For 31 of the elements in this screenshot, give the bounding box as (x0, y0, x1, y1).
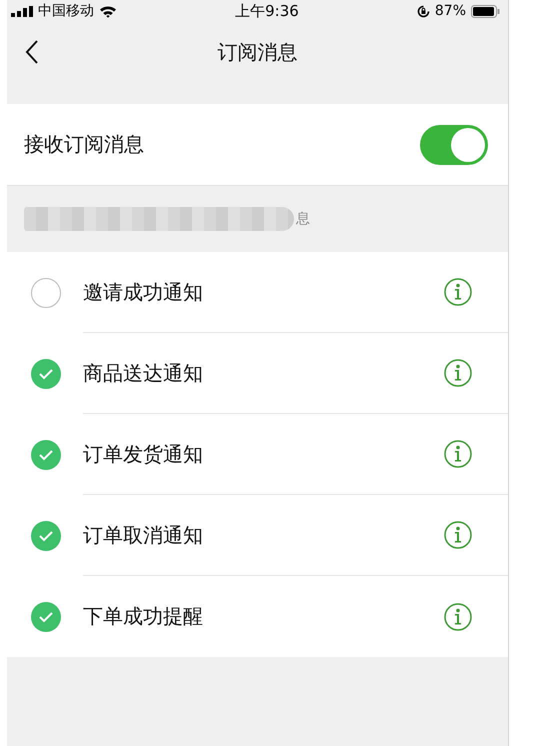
carrier-name: 中国移动 (38, 2, 94, 20)
notification-label: 订单取消通知 (83, 522, 203, 548)
info-icon[interactable] (444, 602, 472, 630)
info-icon[interactable] (444, 278, 472, 306)
checkmark-icon (38, 368, 54, 380)
notification-label: 下单成功提醒 (83, 603, 203, 630)
checkbox[interactable] (31, 602, 61, 632)
checkbox[interactable] (31, 278, 61, 308)
checkbox[interactable] (31, 520, 61, 550)
toggle-switch[interactable] (420, 124, 488, 164)
battery-percent: 87% (434, 3, 466, 19)
info-icon[interactable] (444, 359, 472, 387)
checkbox[interactable] (31, 358, 61, 388)
status-time: 上午9:36 (235, 2, 299, 20)
signal-icon (11, 6, 33, 16)
checkmark-icon (38, 610, 54, 622)
checkmark-icon (38, 530, 54, 542)
info-icon[interactable] (444, 440, 472, 468)
battery-icon (471, 4, 500, 18)
wifi-icon (99, 4, 117, 18)
rotation-lock-icon (416, 4, 430, 18)
checkbox[interactable] (31, 440, 61, 470)
notification-label: 邀请成功通知 (83, 278, 203, 306)
back-icon[interactable] (25, 40, 39, 64)
setting-label: 接收订阅消息 (24, 131, 144, 158)
checkmark-icon (38, 448, 54, 460)
notification-label: 商品送达通知 (83, 360, 203, 386)
info-icon[interactable] (444, 521, 472, 549)
page-title: 订阅消息 (218, 38, 298, 66)
notification-label: 订单发货通知 (83, 440, 203, 468)
section-header: 息 (296, 210, 310, 228)
